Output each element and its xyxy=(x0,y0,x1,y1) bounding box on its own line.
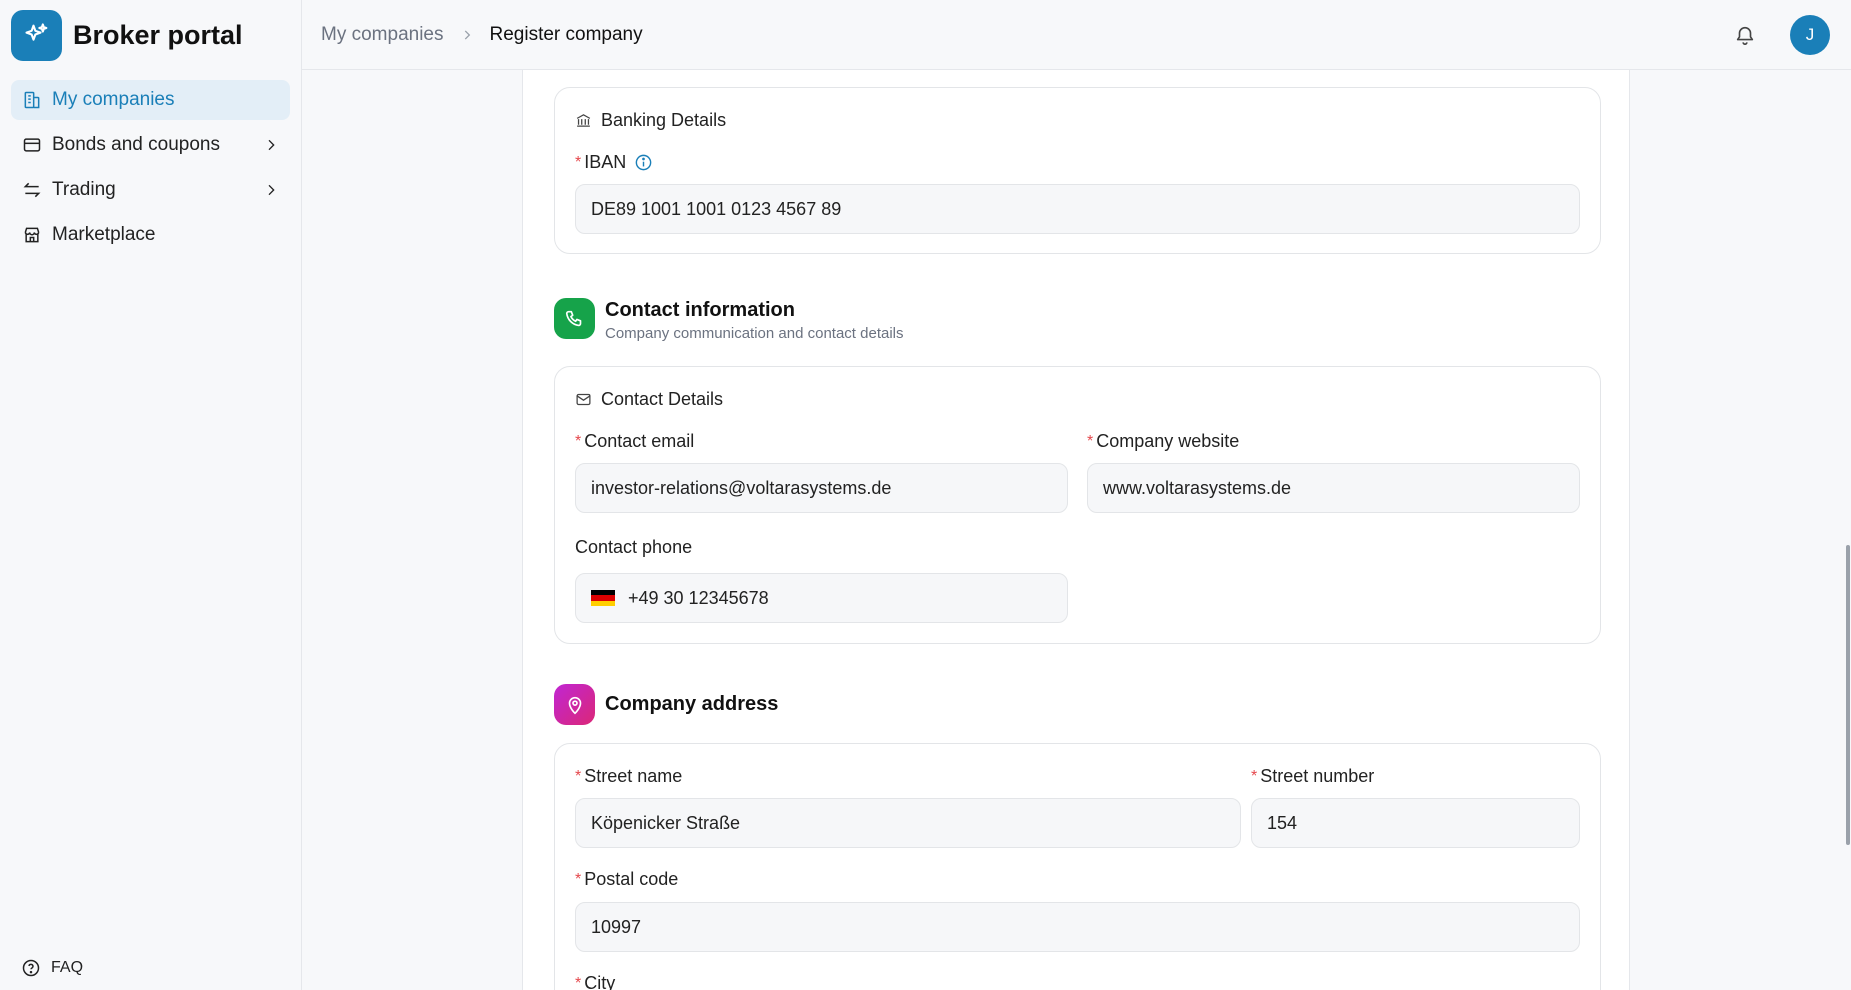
bell-icon[interactable] xyxy=(1731,21,1759,49)
required-marker: * xyxy=(575,870,582,888)
arrows-icon xyxy=(21,179,43,201)
postal-code-input[interactable]: 10997 xyxy=(575,902,1580,952)
iban-input[interactable]: DE89 1001 1001 0123 4567 89 xyxy=(575,184,1580,234)
sidebar-item-my-companies[interactable]: My companies xyxy=(11,80,290,120)
breadcrumb-parent[interactable]: My companies xyxy=(321,24,444,46)
app-title: Broker portal xyxy=(73,19,243,50)
contact-email-input[interactable]: investor-relations@voltarasystems.de xyxy=(575,463,1068,513)
contact-email-label: * Contact email xyxy=(575,431,694,452)
brand: Broker portal xyxy=(0,0,301,70)
required-marker: * xyxy=(575,767,582,785)
sparkle-logo-icon[interactable] xyxy=(11,9,62,61)
building-icon xyxy=(21,89,43,111)
sidebar-item-marketplace[interactable]: Marketplace xyxy=(11,215,290,255)
banking-details-card: Banking Details * IBAN DE89 1001 1001 01… xyxy=(554,87,1601,254)
faq-label: FAQ xyxy=(51,959,84,976)
required-marker: * xyxy=(575,153,582,171)
map-pin-icon xyxy=(554,684,595,725)
sidebar-item-bonds-and-coupons[interactable]: Bonds and coupons xyxy=(11,125,290,165)
sidebar-item-label: My companies xyxy=(52,89,175,110)
sidebar-item-label: Trading xyxy=(52,179,116,200)
sidebar-item-label: Bonds and coupons xyxy=(52,134,220,155)
sidebar-item-trading[interactable]: Trading xyxy=(11,170,290,210)
breadcrumb: My companies Register company xyxy=(302,24,643,46)
chevron-right-icon xyxy=(460,28,474,42)
store-icon xyxy=(21,224,43,246)
address-section-header: Company address xyxy=(554,684,778,725)
contact-phone-label: Contact phone xyxy=(575,537,692,558)
sidebar-nav: My companies Bonds and coupons Trading M… xyxy=(0,70,301,255)
section-subtitle: Company communication and contact detail… xyxy=(605,325,904,342)
company-website-label-text: Company website xyxy=(1096,431,1240,451)
faq-link[interactable]: FAQ xyxy=(21,958,83,978)
city-label-text: City xyxy=(584,973,616,990)
help-circle-icon xyxy=(21,958,41,978)
main-area: Banking Details * IBAN DE89 1001 1001 01… xyxy=(302,70,1851,990)
postal-code-label: * Postal code xyxy=(575,869,678,890)
bank-icon xyxy=(575,112,592,129)
avatar[interactable]: J xyxy=(1790,15,1830,55)
contact-details-title: Contact Details xyxy=(601,389,724,409)
street-number-label-text: Street number xyxy=(1260,766,1375,786)
form-content: Banking Details * IBAN DE89 1001 1001 01… xyxy=(522,70,1630,990)
mail-icon xyxy=(575,391,592,408)
chevron-right-icon[interactable] xyxy=(262,136,280,154)
breadcrumb-current: Register company xyxy=(489,23,643,45)
contact-phone-value: +49 30 12345678 xyxy=(628,587,769,608)
street-name-label-text: Street name xyxy=(584,766,683,786)
company-address-card: * Street name Köpenicker Straße * Street… xyxy=(554,743,1601,990)
street-name-input[interactable]: Köpenicker Straße xyxy=(575,798,1241,848)
required-marker: * xyxy=(575,974,582,990)
section-title: Contact information xyxy=(605,299,795,321)
germany-flag-icon[interactable] xyxy=(591,590,615,606)
scrollbar-thumb[interactable] xyxy=(1846,545,1850,845)
street-number-input[interactable]: 154 xyxy=(1251,798,1580,848)
city-label: * City xyxy=(575,973,615,990)
phone-icon xyxy=(554,298,595,339)
card-title: Contact Details xyxy=(575,389,723,410)
street-number-label: * Street number xyxy=(1251,766,1374,787)
iban-label: * IBAN xyxy=(575,152,653,173)
contact-phone-input[interactable]: +49 30 12345678 xyxy=(575,573,1068,623)
street-name-label: * Street name xyxy=(575,766,682,787)
company-website-label: * Company website xyxy=(1087,431,1239,452)
contact-phone-label-text: Contact phone xyxy=(575,537,693,557)
required-marker: * xyxy=(1087,432,1094,450)
contact-details-card: Contact Details * Contact email investor… xyxy=(554,366,1601,644)
contact-section-header: Contact information Company communicatio… xyxy=(554,298,904,342)
top-bar: My companies Register company J xyxy=(302,0,1851,70)
card-icon xyxy=(21,134,43,156)
iban-label-text: IBAN xyxy=(584,152,627,172)
sidebar: Broker portal My companies Bonds and cou… xyxy=(0,0,302,990)
banking-details-title: Banking Details xyxy=(601,110,727,130)
required-marker: * xyxy=(1251,767,1258,785)
required-marker: * xyxy=(575,432,582,450)
chevron-right-icon[interactable] xyxy=(262,181,280,199)
info-icon[interactable] xyxy=(634,153,653,172)
postal-code-label-text: Postal code xyxy=(584,869,679,889)
card-title: Banking Details xyxy=(575,110,726,131)
section-title: Company address xyxy=(605,693,779,715)
sidebar-item-label: Marketplace xyxy=(52,224,156,245)
company-website-input[interactable]: www.voltarasystems.de xyxy=(1087,463,1580,513)
contact-email-label-text: Contact email xyxy=(584,431,695,451)
